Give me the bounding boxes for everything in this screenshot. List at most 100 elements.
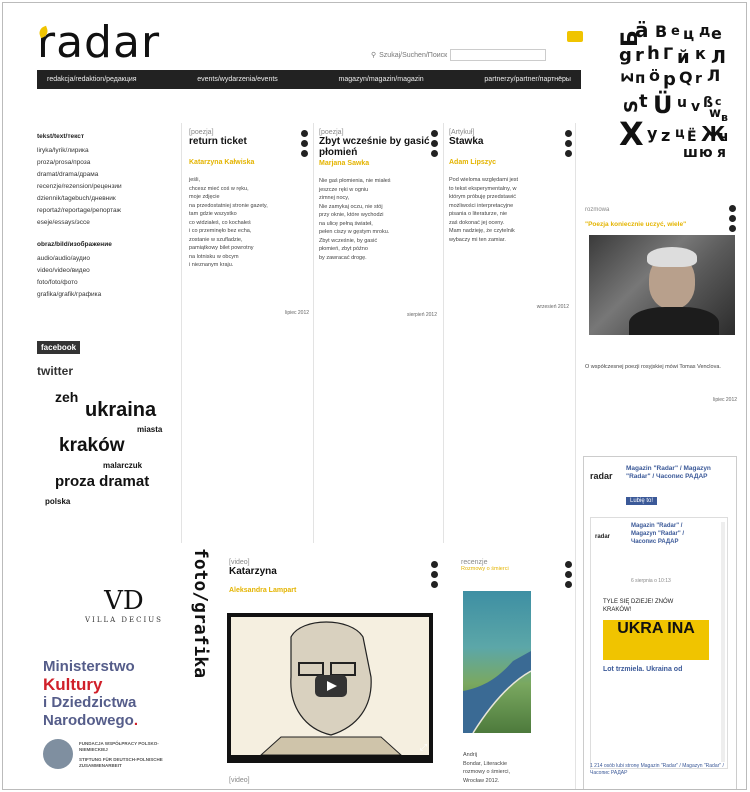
svg-text:r: r [695,71,702,87]
menu-item[interactable]: foto/foto/фото [37,277,122,289]
fullscreen-icon[interactable]: ⤢ [420,742,427,753]
tag-link[interactable]: zeh [55,389,78,405]
feed-caption[interactable]: Lot trzmiela. Ukraina od [603,666,709,673]
comment-icon[interactable] [729,225,736,232]
svg-text:ц: ц [683,25,694,43]
feed-scrollbar[interactable] [721,522,725,762]
share-icon[interactable] [729,215,736,222]
video-author[interactable]: Aleksandra Lampart [229,587,439,594]
svg-text:Л: Л [707,66,720,85]
menu-item[interactable]: dramat/drama/драма [37,169,122,181]
mail-icon[interactable] [567,31,583,42]
menu-item[interactable]: recenzje/rezension/рецензии [37,181,122,193]
video-section-2: [video] [229,777,250,784]
menu-item[interactable]: liryka/lyrik/лирика [37,145,122,157]
comment-icon[interactable] [565,581,572,588]
menu-heading-text[interactable]: tekst/text/текст [37,131,122,143]
column-divider [181,123,182,543]
vd-name: VILLA DECIUS [85,616,163,624]
tag-link[interactable]: ukraina [85,399,156,422]
svg-text:й: й [677,47,690,68]
tag-link[interactable]: miasta [137,425,162,434]
tag-link[interactable]: proza dramat [55,473,149,490]
ministry-logo[interactable]: Ministerstwo Kultury i Dziedzictwa Narod… [43,658,138,730]
menu-item[interactable]: grafika/grafik/графика [37,289,122,301]
comment-icon[interactable] [301,150,308,157]
search-placeholder: Szukaj/Suchen/Поиск [379,51,448,59]
article-title[interactable]: return ticket [189,136,309,147]
tag-link[interactable]: polska [45,497,70,506]
search-input[interactable] [450,49,547,61]
video-player[interactable]: ⤢ [227,613,433,763]
article-author[interactable]: Katarzyna Kałwiska [189,159,309,166]
article-title[interactable]: Stawka [449,136,569,147]
share-icon[interactable] [565,140,572,147]
comment-icon[interactable] [431,150,438,157]
menu-item[interactable]: reportaż/reportage/репортаж [37,205,122,217]
expand-icon[interactable] [301,130,308,137]
svg-text:h: h [647,43,660,64]
widget-fans: 1 214 osób lubi stronę Magazin "Radar" /… [590,763,724,776]
foundation-text: FUNDACJA WSPÓŁPRACY POLSKO-NIEMIECKIEJ S… [79,741,163,768]
tag-link[interactable]: malarczuk [103,461,142,470]
vd-mark: VD [104,586,144,616]
video-section: [video] [229,559,250,566]
widget-feed: radar Magazin "Radar" / Magazyn "Radar" … [590,517,728,769]
nav-item-redakcja[interactable]: redakcja/redaktion/редакция [47,76,137,83]
share-icon[interactable] [565,571,572,578]
play-button[interactable] [315,675,347,697]
like-button[interactable]: Lubię to! [626,497,658,505]
interview-headline[interactable]: "Poezja koniecznie uczyć, wiele" [585,221,725,228]
tag-link[interactable]: kraków [59,435,124,457]
comment-icon[interactable] [565,150,572,157]
menu-heading-image[interactable]: obraz/bild/изображение [37,239,122,251]
article-author[interactable]: Marjana Sawka [319,160,437,167]
menu-item[interactable]: dziennik/tagebuch/дневник [37,193,122,205]
svg-text:u: u [677,95,687,111]
comment-icon[interactable] [431,581,438,588]
menu-item[interactable]: audio/audio/аудио [37,253,122,265]
expand-icon[interactable] [565,561,572,568]
book-cover[interactable] [463,591,532,734]
article-author[interactable]: Adam Lipszyc [449,159,569,166]
interview-photo[interactable] [589,235,735,335]
twitter-link[interactable]: twitter [37,364,73,378]
article-section: [poezja] [319,129,344,136]
svg-text:X: X [619,115,644,153]
menu-item[interactable]: eseje/essays/эссе [37,217,122,229]
expand-icon[interactable] [565,130,572,137]
feed-page-title[interactable]: Magazin "Radar" / Magazyn "Radar" / Часо… [631,522,699,546]
video-title[interactable]: Katarzyna [229,566,439,577]
share-icon[interactable] [431,571,438,578]
search-icon: ⚲ [371,52,377,59]
feed-banner[interactable]: UKRA INA [603,620,709,660]
article-section: [Artykuł] [449,129,475,136]
site-logo[interactable]: radar [37,17,160,68]
foto-grafika-text[interactable]: foto/grafika [190,548,211,678]
svg-text:Q: Q [679,68,693,87]
facebook-link[interactable]: facebook [37,341,81,354]
tag-cloud: zeh ukraina miasta kraków malarczuk proz… [37,383,177,543]
nav-item-magazyn[interactable]: magazyn/magazin/magazin [338,76,423,83]
expand-icon[interactable] [431,130,438,137]
share-icon[interactable] [301,140,308,147]
svg-text:р: р [663,69,676,90]
nav-item-events[interactable]: events/wydarzenia/events [197,76,278,83]
svg-text:В: В [655,22,667,41]
review-headline[interactable]: Rozmowy o śmierci [461,566,571,572]
menu-item[interactable]: proza/prosa/проза [37,157,122,169]
article-title[interactable]: Zbyt wcześnie by gasić płomień [319,136,437,158]
widget-page-title[interactable]: Magazin "Radar" / Magazyn "Radar" / Часо… [626,465,732,481]
villa-decius-logo[interactable]: VD VILLA DECIUS [85,586,163,624]
expand-icon[interactable] [431,561,438,568]
nav-item-partnerzy[interactable]: partnerzy/partner/партнёры [484,76,571,83]
svg-text:д: д [699,23,710,39]
foundation-logo-icon[interactable] [43,739,73,769]
share-icon[interactable] [431,140,438,147]
review-section: recenzje [461,559,488,566]
page-frame: radar ⚲ Szukaj/Suchen/Поиск redakcja/red… [2,2,747,790]
left-menu: tekst/text/текст liryka/lyrik/лирика pro… [37,131,122,301]
menu-item[interactable]: video/video/видео [37,265,122,277]
expand-icon[interactable] [729,205,736,212]
section-label: rozmowa [585,207,610,213]
